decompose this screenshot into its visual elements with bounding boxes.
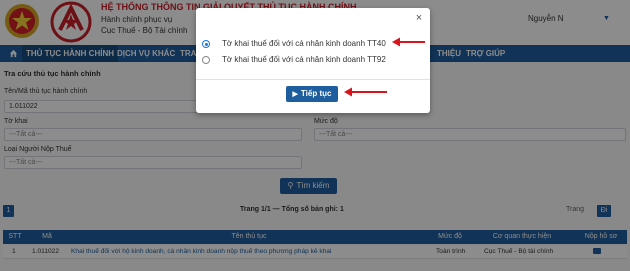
arrow-left-icon xyxy=(344,87,387,97)
radio-tt40[interactable] xyxy=(202,40,210,48)
radio-tt92[interactable] xyxy=(202,56,210,64)
form-type-dialog: × Tờ khai thuế đối với cá nhân kinh doan… xyxy=(196,8,430,113)
option-tt92-label[interactable]: Tờ khai thuế đối với cá nhân kinh doanh … xyxy=(222,54,386,66)
divider xyxy=(196,79,430,80)
continue-button[interactable]: ▶ Tiếp tục xyxy=(286,86,338,102)
arrow-left-icon xyxy=(392,37,425,47)
option-tt40-label[interactable]: Tờ khai thuế đối với cá nhân kinh doanh … xyxy=(222,38,386,50)
forward-icon: ▶ xyxy=(292,91,298,98)
continue-button-label: Tiếp tục xyxy=(300,89,332,98)
close-icon[interactable]: × xyxy=(413,12,425,24)
